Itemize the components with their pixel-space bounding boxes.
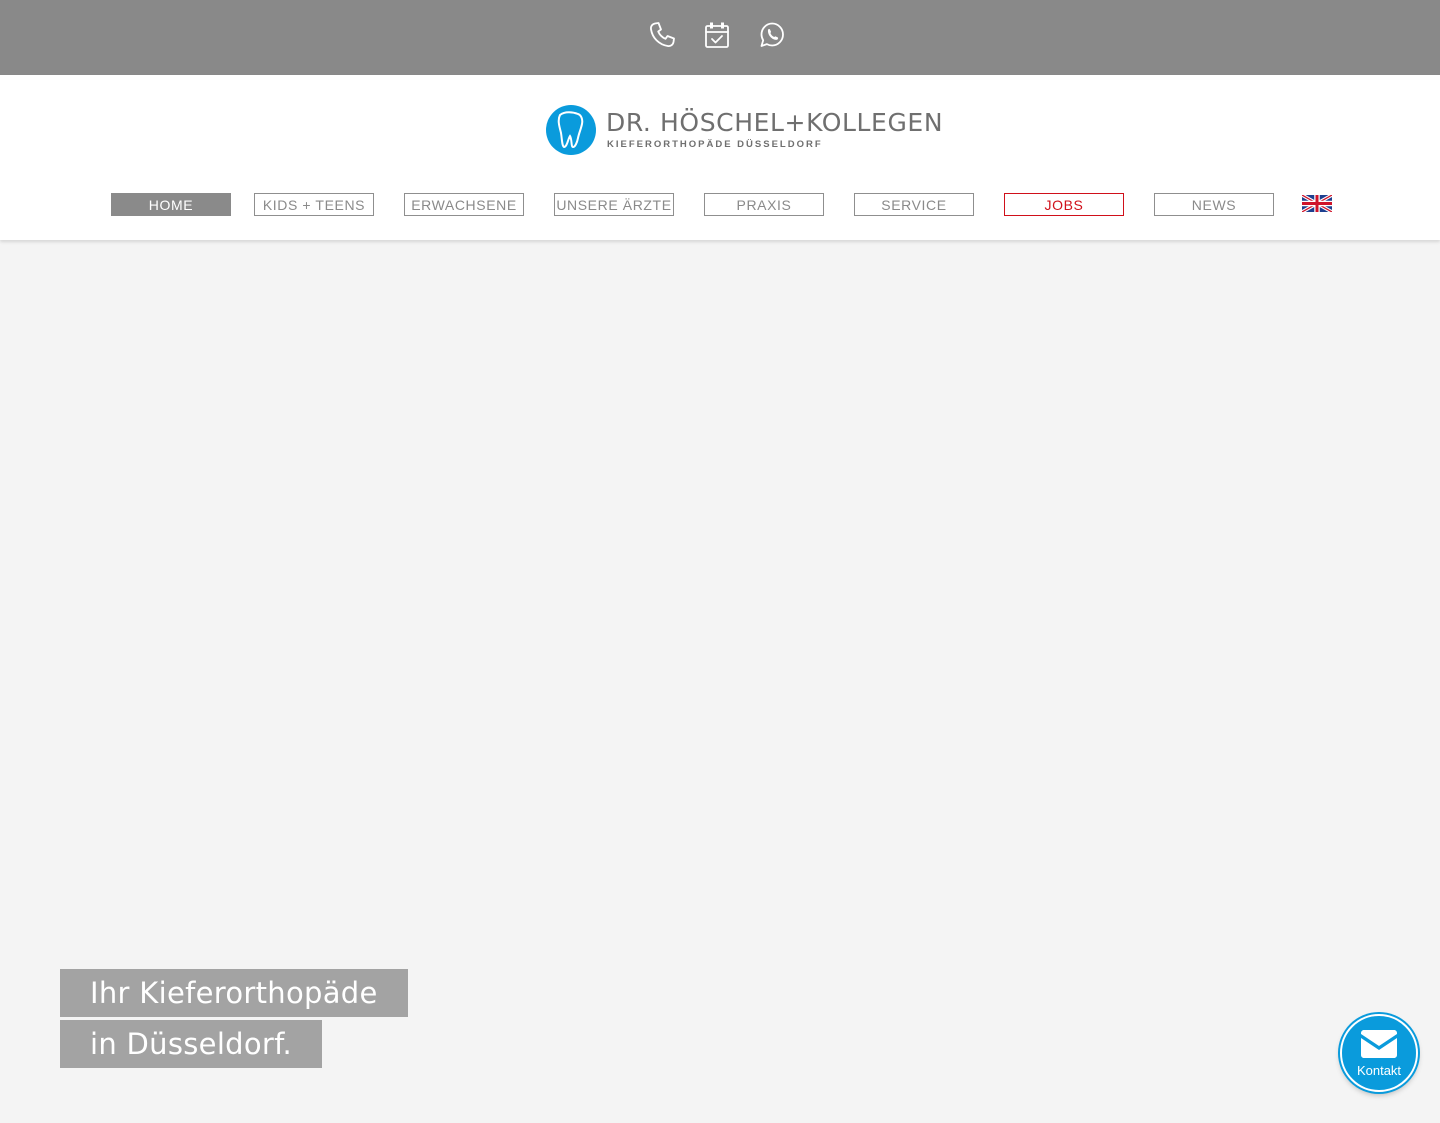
top-contact-bar (0, 0, 1440, 75)
hero-headline-line1: Ihr Kieferorthopäde (60, 969, 408, 1017)
site-logo[interactable]: DR. HÖSCHEL+KOLLEGEN KIEFERORTHOPÄDE DÜS… (546, 105, 943, 157)
logo-subtitle: KIEFERORTHOPÄDE DÜSSELDORF (607, 139, 823, 150)
contact-button-label: Kontakt (1356, 1063, 1402, 1078)
uk-flag-icon[interactable] (1302, 195, 1332, 212)
nav-item-home[interactable]: HOME (111, 193, 231, 216)
site-header: DR. HÖSCHEL+KOLLEGEN KIEFERORTHOPÄDE DÜS… (0, 75, 1440, 240)
nav-item-service[interactable]: SERVICE (854, 193, 974, 216)
logo-name: DR. HÖSCHEL+KOLLEGEN (606, 108, 944, 137)
nav-item-news[interactable]: NEWS (1154, 193, 1274, 216)
envelope-icon (1361, 1030, 1397, 1058)
nav-item-erwachsene[interactable]: ERWACHSENE (404, 193, 524, 216)
hero-headline-line2: in Düsseldorf. (60, 1020, 323, 1068)
tooth-logo-icon (546, 105, 596, 155)
nav-item-jobs[interactable]: JOBS (1004, 193, 1124, 216)
whatsapp-icon[interactable] (756, 18, 788, 52)
contact-button[interactable]: Kontakt (1340, 1014, 1418, 1092)
nav-item-kids-teens[interactable]: KIDS + TEENS (254, 193, 374, 216)
nav-item-unsere-aerzte[interactable]: UNSERE ÄRZTE (554, 193, 674, 216)
nav-item-praxis[interactable]: PRAXIS (704, 193, 824, 216)
phone-icon[interactable] (646, 18, 678, 52)
calendar-check-icon[interactable] (701, 18, 733, 52)
